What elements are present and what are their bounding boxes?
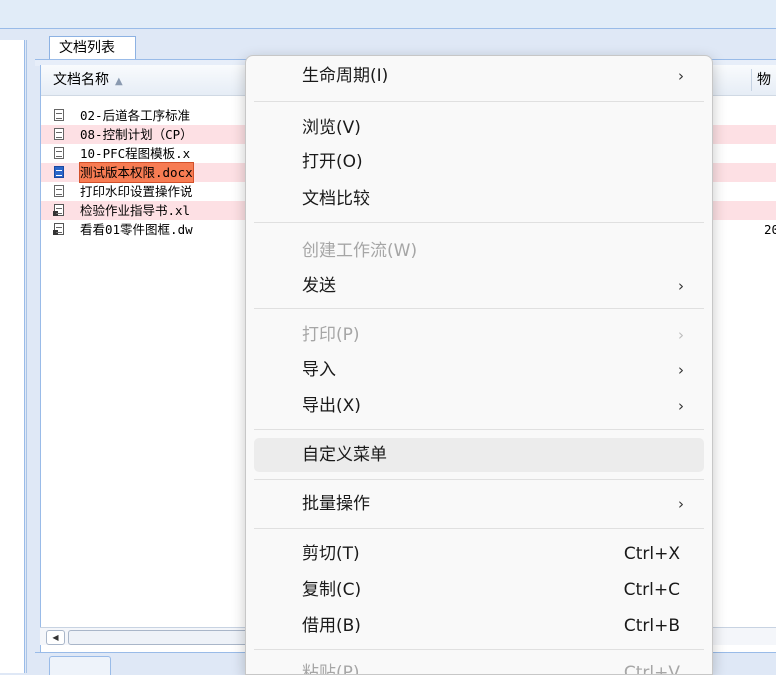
menu-item-lifecycle[interactable]: 生命周期(I) › [254, 59, 704, 93]
menu-item-open[interactable]: 打开(O) [254, 145, 704, 179]
menu-item-compare[interactable]: 文档比较 [254, 182, 704, 216]
menu-item-label: 打印(P) [302, 325, 360, 345]
menu-item-send[interactable]: 发送 › [254, 269, 704, 303]
menu-separator [254, 649, 704, 650]
menu-item-label: 借用(B) [302, 616, 361, 636]
column-header-document-name[interactable]: 文档名称 ▲ [53, 65, 123, 97]
scrollbar-thumb[interactable] [68, 630, 250, 645]
cell-col2: 20 [764, 222, 776, 237]
submenu-arrow-icon: › [678, 67, 684, 85]
menu-separator [254, 222, 704, 223]
document-name: 测试版本权限.docx [79, 162, 194, 183]
context-menu: 生命周期(I) › 浏览(V) 打开(O) 文档比较 创建工作流(W) 发送 ›… [245, 55, 713, 675]
menu-item-paste[interactable]: 粘贴(P) Ctrl+V [254, 656, 704, 675]
tab-document-list[interactable]: 文档列表 [49, 36, 136, 60]
document-icon [54, 147, 64, 159]
menu-shortcut: Ctrl+X [623, 544, 680, 564]
bottom-tab[interactable] [49, 656, 111, 675]
menu-item-label: 浏览(V) [302, 118, 361, 138]
column-header-2[interactable]: 物 [757, 65, 771, 95]
word-document-icon [54, 166, 64, 178]
document-name: 10-PFC程图模板.x [80, 146, 191, 161]
spreadsheet-icon [53, 223, 64, 235]
menu-item-label: 导出(X) [302, 396, 361, 416]
menu-item-label: 生命周期(I) [302, 66, 389, 86]
menu-separator [254, 101, 704, 102]
document-icon [54, 109, 64, 121]
menu-item-label: 文档比较 [302, 189, 370, 209]
menu-item-custom-menu[interactable]: 自定义菜单 [254, 438, 704, 472]
menu-separator [254, 429, 704, 430]
menu-item-cut[interactable]: 剪切(T) Ctrl+X [254, 537, 704, 571]
menu-item-browse[interactable]: 浏览(V) [254, 111, 704, 145]
document-name: 08-控制计划（CP） [80, 127, 193, 142]
document-name: 看看01零件图框.dw [80, 222, 193, 237]
spreadsheet-icon [53, 204, 64, 216]
document-name: 02-后道各工序标准 [80, 108, 191, 123]
menu-item-export[interactable]: 导出(X) › [254, 389, 704, 423]
scroll-left-icon[interactable]: ◀ [46, 630, 65, 645]
submenu-arrow-icon: › [678, 361, 684, 379]
submenu-arrow-icon: › [678, 277, 684, 295]
document-icon [54, 128, 64, 140]
menu-separator [254, 479, 704, 480]
menu-item-borrow[interactable]: 借用(B) Ctrl+B [254, 609, 704, 643]
menu-separator [254, 528, 704, 529]
submenu-arrow-icon: › [678, 397, 684, 415]
menu-shortcut: Ctrl+B [623, 616, 680, 636]
panel-splitter[interactable] [26, 40, 33, 673]
menu-shortcut: Ctrl+V [623, 663, 680, 675]
menu-item-label: 打开(O) [302, 152, 363, 172]
menu-item-create-workflow[interactable]: 创建工作流(W) [254, 234, 704, 268]
top-toolbar [0, 0, 776, 29]
document-name: 打印水印设置操作说 [80, 184, 193, 199]
document-icon [54, 185, 64, 197]
menu-item-label: 批量操作 [302, 494, 370, 514]
left-panel [0, 40, 25, 673]
sort-ascending-icon: ▲ [115, 76, 123, 87]
menu-separator [254, 308, 704, 309]
document-name: 检验作业指导书.xl [80, 203, 191, 218]
menu-item-label: 导入 [302, 360, 336, 380]
submenu-arrow-icon: › [678, 495, 684, 513]
menu-item-import[interactable]: 导入 › [254, 353, 704, 387]
menu-item-label: 自定义菜单 [302, 445, 387, 465]
menu-item-label: 粘贴(P) [302, 663, 360, 675]
menu-item-print[interactable]: 打印(P) › [254, 318, 704, 352]
column-separator[interactable] [751, 69, 752, 91]
submenu-arrow-icon: › [678, 326, 684, 344]
menu-item-label: 创建工作流(W) [302, 241, 418, 261]
menu-item-label: 复制(C) [302, 580, 362, 600]
menu-item-copy[interactable]: 复制(C) Ctrl+C [254, 573, 704, 607]
menu-item-batch[interactable]: 批量操作 › [254, 487, 704, 521]
menu-item-label: 发送 [302, 276, 336, 296]
menu-shortcut: Ctrl+C [623, 580, 680, 600]
menu-item-label: 剪切(T) [302, 544, 360, 564]
